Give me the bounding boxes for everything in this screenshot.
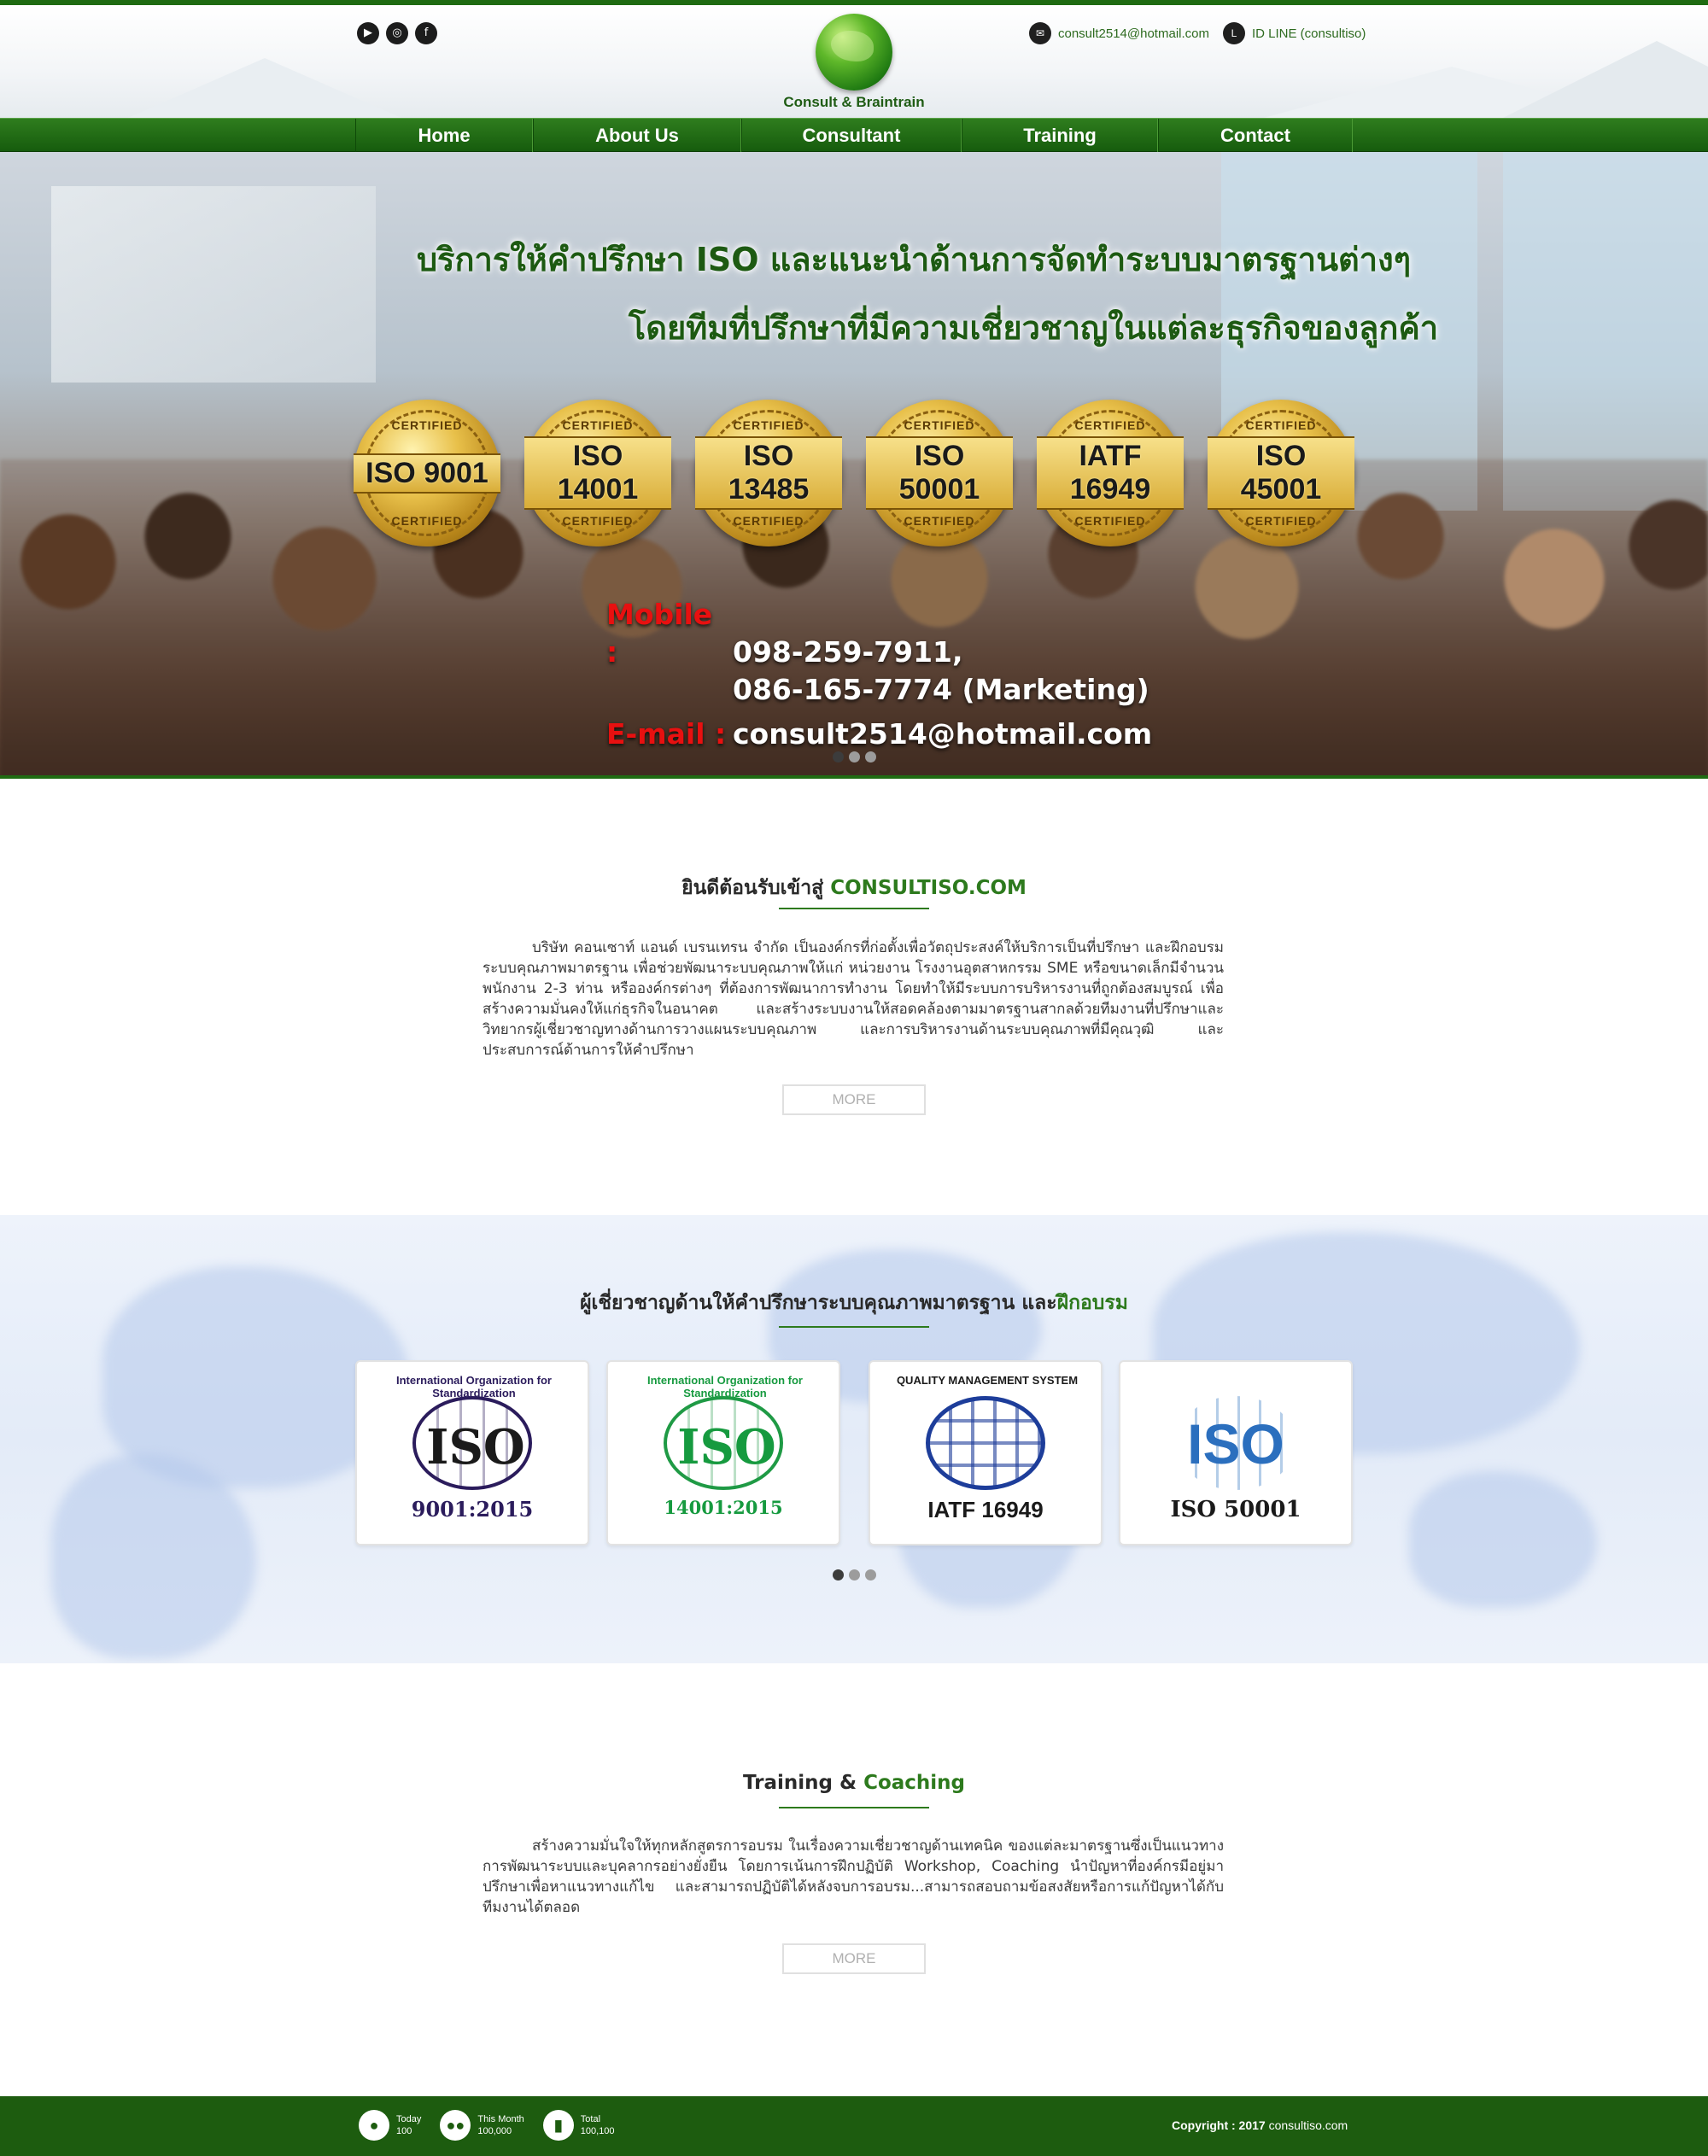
card-caption: 9001:2015 [411,1497,534,1522]
stat-total: ▮ Total 100,100 [542,2110,615,2141]
copyright-site[interactable]: consultiso.com [1269,2118,1348,2132]
welcome-title-brand: CONSULTISO.COM [830,877,1027,899]
iso-45001-badge: CERTIFIED ISO 45001 CERTIFIED [1208,400,1354,546]
stat-value: 100 [396,2126,412,2136]
training-more-button[interactable]: MORE [782,1943,926,1974]
nav-home[interactable]: Home [355,119,533,153]
copyright-label: Copyright : 2017 [1172,2118,1266,2132]
welcome-body: บริษัท คอนเซาท์ แอนด์ เบรนเทรน จำกัด เป็… [483,939,1224,1059]
facebook-icon[interactable]: f [415,22,437,44]
experts-title: ผู้เชี่ยวชาญด้านให้คำปรึกษาระบบคุณภาพมาต… [0,1288,1708,1318]
hero-title-line-1: บริการให้คำปรึกษา ISO และแนะนำด้านการจัด… [416,241,1412,278]
stat-this-month: ●● This Month 100,000 [440,2110,524,2141]
training-body: สร้างความมั่นใจให้ทุกหลักสูตรการอบรม ในเ… [483,1838,1224,1916]
visitor-stats: ● Today 100 ●● This Month 100,000 ▮ Total 1… [359,2110,615,2141]
slider-dot[interactable] [833,1569,844,1580]
iso-14001-badge: CERTIFIED ISO 14001 CERTIFIED [524,400,671,546]
nav-training[interactable]: Training [962,119,1158,153]
slider-dot[interactable] [849,751,860,762]
header-email[interactable]: ✉ consult2514@hotmail.com [1029,22,1209,44]
hero-title-line-2: โดยทีมที่ปรึกษาที่มีความเชี่ยวชาญในแต่ละ… [628,309,1439,347]
main-nav: Home About Us Consultant Training Contac… [0,118,1708,153]
title-underline [779,1326,929,1328]
mountain-decoration [128,58,401,118]
slider-dot[interactable] [865,1569,876,1580]
welcome-title-prefix: ยินดีต้อนรับเข้าสู่ [681,877,824,899]
iso-globe-icon: ISO [412,1396,532,1490]
stat-value: 100,000 [477,2126,512,2136]
certification-badges: CERTIFIED ISO 9001 CERTIFIED CERTIFIED ISO … [354,400,1354,546]
slider-dot[interactable] [849,1569,860,1580]
bar-chart-icon: ▮ [542,2110,574,2141]
iso-globe-icon: ISO [664,1396,783,1490]
header-contact: ✉ consult2514@hotmail.com L ID LINE (con… [1029,22,1366,44]
iso-globe-icon: ISO [1176,1396,1296,1490]
training-title: Training & Coaching [0,1772,1708,1794]
logo-slider-dots [833,1569,876,1580]
social-links: ▶ ◎ f [357,22,437,44]
email-label: E-mail : [606,717,727,751]
iso-13485-badge: CERTIFIED ISO 13485 CERTIFIED [695,400,842,546]
copyright: Copyright : 2017 consultiso.com [1172,2118,1348,2132]
hero-email[interactable]: consult2514@hotmail.com [733,717,1152,751]
world-map-land [1409,1471,1597,1608]
site-footer: ● Today 100 ●● This Month 100,000 ▮ Total 1… [0,2096,1708,2156]
hero-contact-info: Mobile : 098-259-7911, 086-165-7774 (Mark… [606,596,1152,753]
mail-icon: ✉ [1029,22,1051,44]
iso-9001-badge: CERTIFIED ISO 9001 CERTIFIED [354,400,500,546]
logo-text: Consult & Braintrain [783,94,925,110]
line-chat-icon: L [1222,22,1245,44]
users-icon: ●● [440,2110,471,2141]
hero-slider-dots [833,751,876,762]
mobile-label: Mobile : [606,598,713,669]
site-header: ▶ ◎ f Consult & Braintrain ✉ consult2514… [0,5,1708,118]
header-line-text: ID LINE (consultiso) [1251,26,1366,41]
quality-globe-icon [926,1396,1045,1490]
instagram-icon[interactable]: ◎ [386,22,408,44]
header-line-id[interactable]: L ID LINE (consultiso) [1222,22,1366,44]
iso-50001-badge: CERTIFIED ISO 50001 CERTIFIED [866,400,1013,546]
training-title-prefix: Training & [742,1772,857,1794]
hero-bottom-border [0,775,1708,779]
iso-50001-card[interactable]: ISO ISO 50001 [1119,1360,1353,1545]
title-underline [779,1807,929,1808]
stat-value: 100,100 [580,2126,615,2136]
stat-today: ● Today 100 [359,2110,421,2141]
card-caption: ISO 50001 [1170,1497,1301,1522]
youtube-icon[interactable]: ▶ [357,22,379,44]
nav-about-us[interactable]: About Us [533,119,741,153]
iatf-16949-badge: CERTIFIED IATF 16949 CERTIFIED [1037,400,1184,546]
iso-14001-card[interactable]: International Organization for Standardi… [606,1360,840,1545]
mobile-number-2[interactable]: 086-165-7774 (Marketing) [606,671,1152,709]
hero-banner: บริการให้คำปรึกษา ISO และแนะนำด้านการจัด… [0,152,1708,778]
card-caption: 14001:2015 [664,1497,783,1518]
stat-label: This Month [477,2114,524,2124]
globe-logo-icon [816,14,892,91]
card-caption: IATF 16949 [927,1497,1044,1522]
welcome-more-button[interactable]: MORE [782,1084,926,1115]
mobile-number-1[interactable]: 098-259-7911, [733,635,963,669]
iatf-16949-card[interactable]: QUALITY MANAGEMENT SYSTEM IATF 16949 [869,1360,1103,1545]
experts-title-green: ฝึกอบรม [1056,1292,1128,1314]
nav-contact[interactable]: Contact [1158,119,1353,153]
title-underline [779,908,929,909]
user-icon: ● [359,2110,389,2141]
slider-dot[interactable] [833,751,844,762]
site-logo[interactable]: Consult & Braintrain [769,14,939,111]
mountain-decoration [1503,41,1708,118]
stat-label: Total [580,2114,601,2124]
card-arc-text: QUALITY MANAGEMENT SYSTEM [896,1374,1079,1387]
experts-title-prefix: ผู้เชี่ยวชาญด้านให้คำปรึกษาระบบคุณภาพมาต… [580,1292,1057,1314]
training-title-green: Coaching [863,1772,966,1794]
nav-consultant[interactable]: Consultant [741,119,962,153]
header-email-text: consult2514@hotmail.com [1058,26,1209,41]
welcome-title: ยินดีต้อนรับเข้าสู่ CONSULTISO.COM [0,873,1708,903]
experts-section [0,1215,1708,1663]
slider-dot[interactable] [865,751,876,762]
stat-label: Today [396,2114,422,2124]
iso-9001-card[interactable]: International Organization for Standardi… [355,1360,589,1545]
